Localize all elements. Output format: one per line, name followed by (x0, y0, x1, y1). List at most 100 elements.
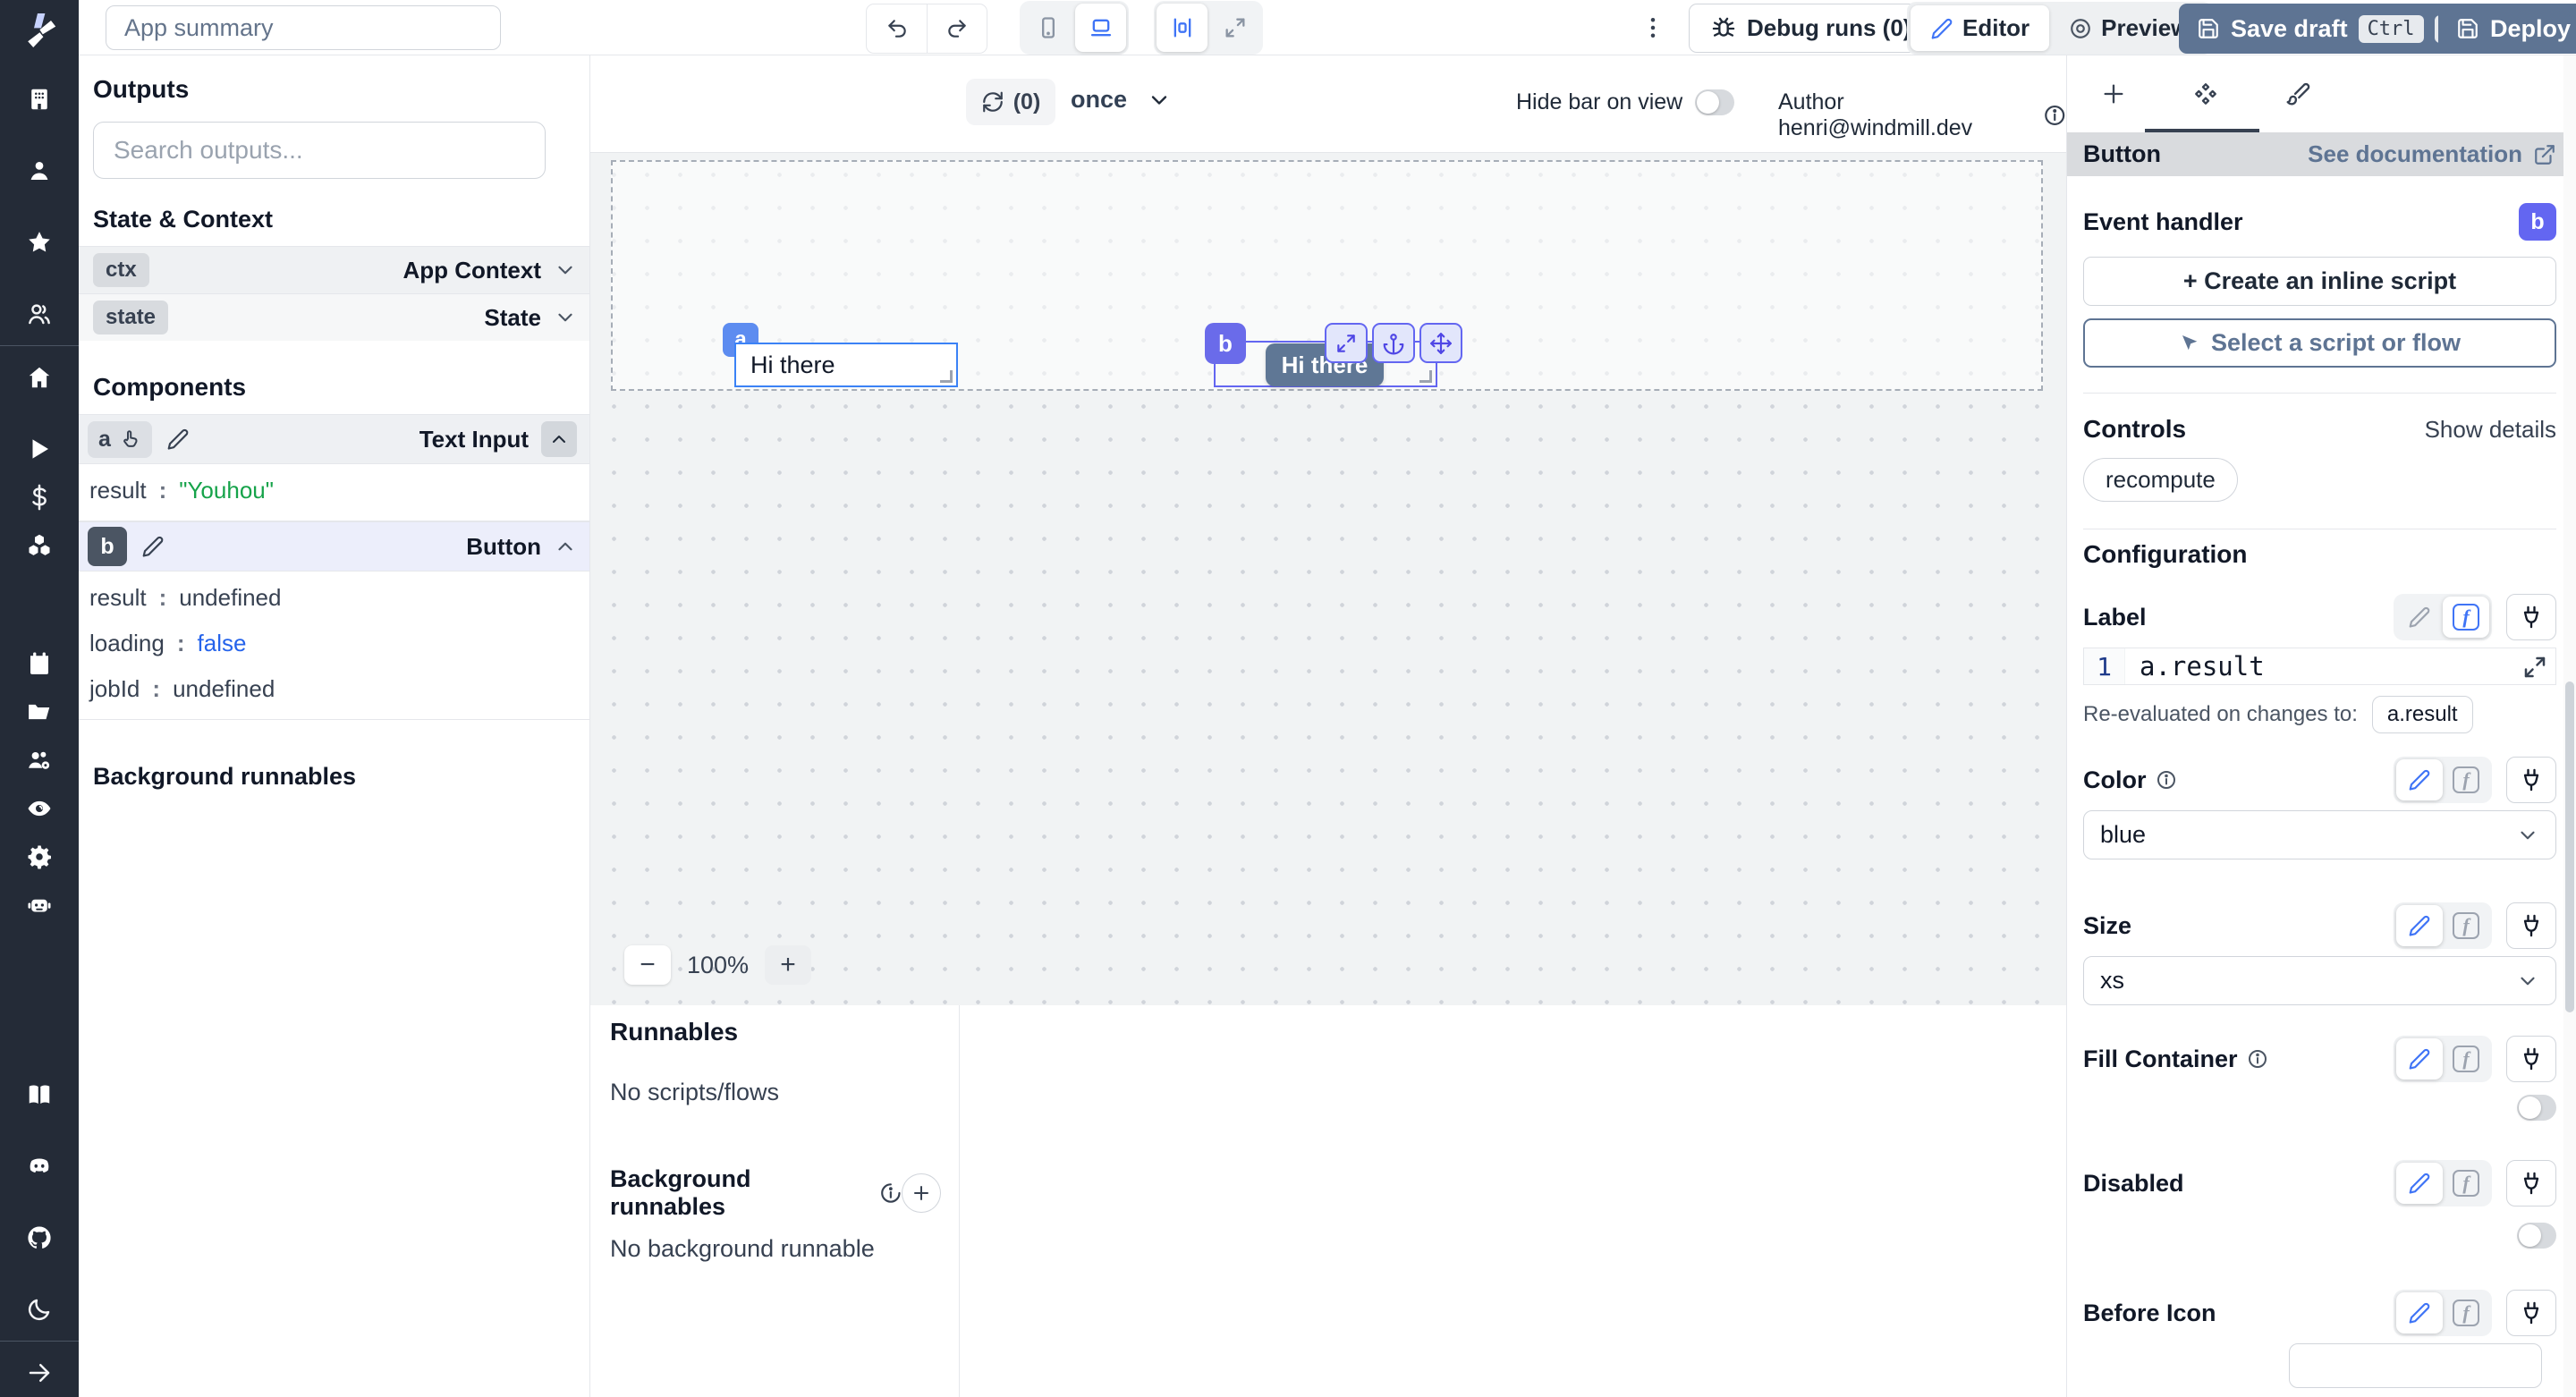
resize-handle[interactable] (1419, 370, 1432, 383)
refresh-mode-dropdown[interactable]: once (1071, 86, 1172, 114)
tab-insert-component[interactable] (2067, 55, 2159, 132)
more-options-kebab-icon[interactable] (1635, 9, 1671, 47)
component-row-a[interactable]: a Text Input (79, 414, 589, 464)
app-canvas[interactable]: a b Hi there − 100% + (590, 152, 2066, 1005)
static-mode-pencil-button[interactable] (2396, 905, 2443, 946)
disabled-toggle[interactable] (2517, 1223, 2556, 1249)
tab-component-settings[interactable] (2159, 55, 2251, 132)
dark-mode-moon-icon[interactable] (0, 1285, 79, 1334)
settings-gear-icon[interactable] (0, 833, 79, 881)
connect-plug-button[interactable] (2506, 902, 2556, 949)
static-mode-pencil-button[interactable] (2396, 597, 2443, 638)
audit-eye-icon[interactable] (0, 784, 79, 833)
collapse-arrow-icon[interactable] (0, 1349, 79, 1397)
output-row-ctx[interactable]: ctx App Context (79, 246, 589, 293)
static-mode-pencil-button[interactable] (2396, 1163, 2443, 1204)
resources-cubes-icon[interactable] (0, 521, 79, 570)
schedules-calendar-icon[interactable] (0, 639, 79, 688)
folders-icon[interactable] (0, 688, 79, 736)
info-icon[interactable] (879, 1181, 902, 1205)
show-details-link[interactable]: Show details (2425, 416, 2556, 444)
component-b-badge[interactable]: b (88, 527, 127, 566)
github-icon[interactable] (0, 1214, 79, 1262)
connect-plug-button[interactable] (2506, 1036, 2556, 1082)
see-documentation-link[interactable]: See documentation (2308, 140, 2556, 168)
event-handler-component-badge[interactable]: b (2519, 203, 2556, 241)
text-input-field[interactable] (736, 344, 956, 385)
zoom-out-button[interactable]: − (624, 945, 671, 985)
desktop-view-button[interactable] (1075, 4, 1126, 52)
edit-pencil-icon[interactable] (141, 535, 165, 558)
move-component-button[interactable] (1419, 323, 1462, 363)
label-code-editor[interactable]: 1 a.result (2083, 648, 2556, 685)
variables-dollar-icon[interactable] (0, 473, 79, 521)
static-mode-pencil-button[interactable] (2396, 1038, 2443, 1080)
eval-mode-function-button[interactable]: f (2443, 1038, 2489, 1080)
static-mode-pencil-button[interactable] (2396, 759, 2443, 800)
label-expression[interactable]: a.result (2125, 651, 2265, 682)
centered-layout-button[interactable] (1157, 4, 1208, 52)
docs-book-icon[interactable] (0, 1071, 79, 1119)
reevaluate-dependency-pill[interactable]: a.result (2371, 696, 2473, 733)
fullwidth-layout-button[interactable] (1209, 4, 1260, 52)
deploy-button[interactable]: Deploy (2438, 4, 2576, 54)
home-icon[interactable] (0, 353, 79, 402)
hide-bar-toggle[interactable] (1695, 89, 1735, 115)
connect-plug-button[interactable] (2506, 1290, 2556, 1336)
add-background-runnable-button[interactable] (902, 1173, 941, 1213)
chevron-up-icon[interactable] (554, 535, 577, 558)
settings-scrollbar[interactable] (2563, 55, 2576, 1397)
anchor-component-button[interactable] (1372, 323, 1415, 363)
info-icon[interactable] (2156, 769, 2177, 791)
info-icon[interactable] (2043, 103, 2066, 128)
info-icon[interactable] (2247, 1048, 2268, 1070)
edit-pencil-icon[interactable] (166, 428, 190, 451)
color-select[interactable]: blue (2083, 810, 2556, 859)
eval-mode-function-button[interactable]: f (2443, 905, 2489, 946)
undo-button[interactable] (867, 4, 927, 53)
user-icon[interactable] (0, 147, 79, 195)
eval-mode-function-button[interactable]: f (2443, 1163, 2489, 1204)
static-mode-pencil-button[interactable] (2396, 1292, 2443, 1334)
chevron-down-icon[interactable] (554, 306, 577, 329)
connect-plug-button[interactable] (2506, 757, 2556, 803)
connect-plug-button[interactable] (2506, 1160, 2556, 1206)
expand-component-button[interactable] (1325, 323, 1368, 363)
runs-play-icon[interactable] (0, 425, 79, 473)
ai-robot-icon[interactable] (0, 881, 79, 929)
workers-icon[interactable] (0, 736, 79, 784)
eval-mode-function-button[interactable]: f (2443, 597, 2489, 638)
eval-mode-function-button[interactable]: f (2443, 1292, 2489, 1334)
workspace-icon[interactable] (0, 75, 79, 123)
editor-tab[interactable]: Editor (1911, 5, 2050, 51)
mobile-view-button[interactable] (1022, 4, 1073, 52)
zoom-in-button[interactable]: + (765, 945, 812, 985)
tab-styling[interactable] (2251, 55, 2343, 132)
debug-runs-button[interactable]: Debug runs (0) (1689, 4, 1934, 53)
select-script-or-flow-button[interactable]: Select a script or flow (2083, 318, 2556, 368)
component-a-badge[interactable]: a (88, 420, 152, 458)
create-inline-script-button[interactable]: + Create an inline script (2083, 257, 2556, 306)
before-icon-input[interactable] (2289, 1343, 2542, 1388)
save-draft-button[interactable]: Save draft Ctrl S (2179, 4, 2482, 54)
fill-container-toggle[interactable] (2517, 1095, 2556, 1121)
expand-editor-icon[interactable] (2521, 654, 2548, 681)
groups-icon[interactable] (0, 290, 79, 338)
chevron-down-icon[interactable] (554, 258, 577, 282)
size-select[interactable]: xs (2083, 956, 2556, 1005)
discord-icon[interactable] (0, 1142, 79, 1190)
app-summary-input[interactable] (106, 5, 501, 50)
refresh-count-button[interactable]: (0) (966, 79, 1055, 125)
canvas-component-b-badge[interactable]: b (1205, 323, 1246, 364)
scrollbar-thumb[interactable] (2565, 682, 2574, 1012)
search-outputs-input[interactable] (93, 122, 546, 179)
recompute-pill-button[interactable]: recompute (2083, 458, 2238, 502)
collapse-a-button[interactable] (541, 421, 577, 457)
eval-mode-function-button[interactable]: f (2443, 759, 2489, 800)
output-row-state[interactable]: state State (79, 293, 589, 341)
favorites-star-icon[interactable] (0, 218, 79, 267)
windmill-logo-icon[interactable] (18, 9, 61, 52)
component-row-b[interactable]: b Button (79, 521, 589, 572)
resize-handle[interactable] (940, 370, 953, 383)
connect-plug-button[interactable] (2506, 594, 2556, 640)
